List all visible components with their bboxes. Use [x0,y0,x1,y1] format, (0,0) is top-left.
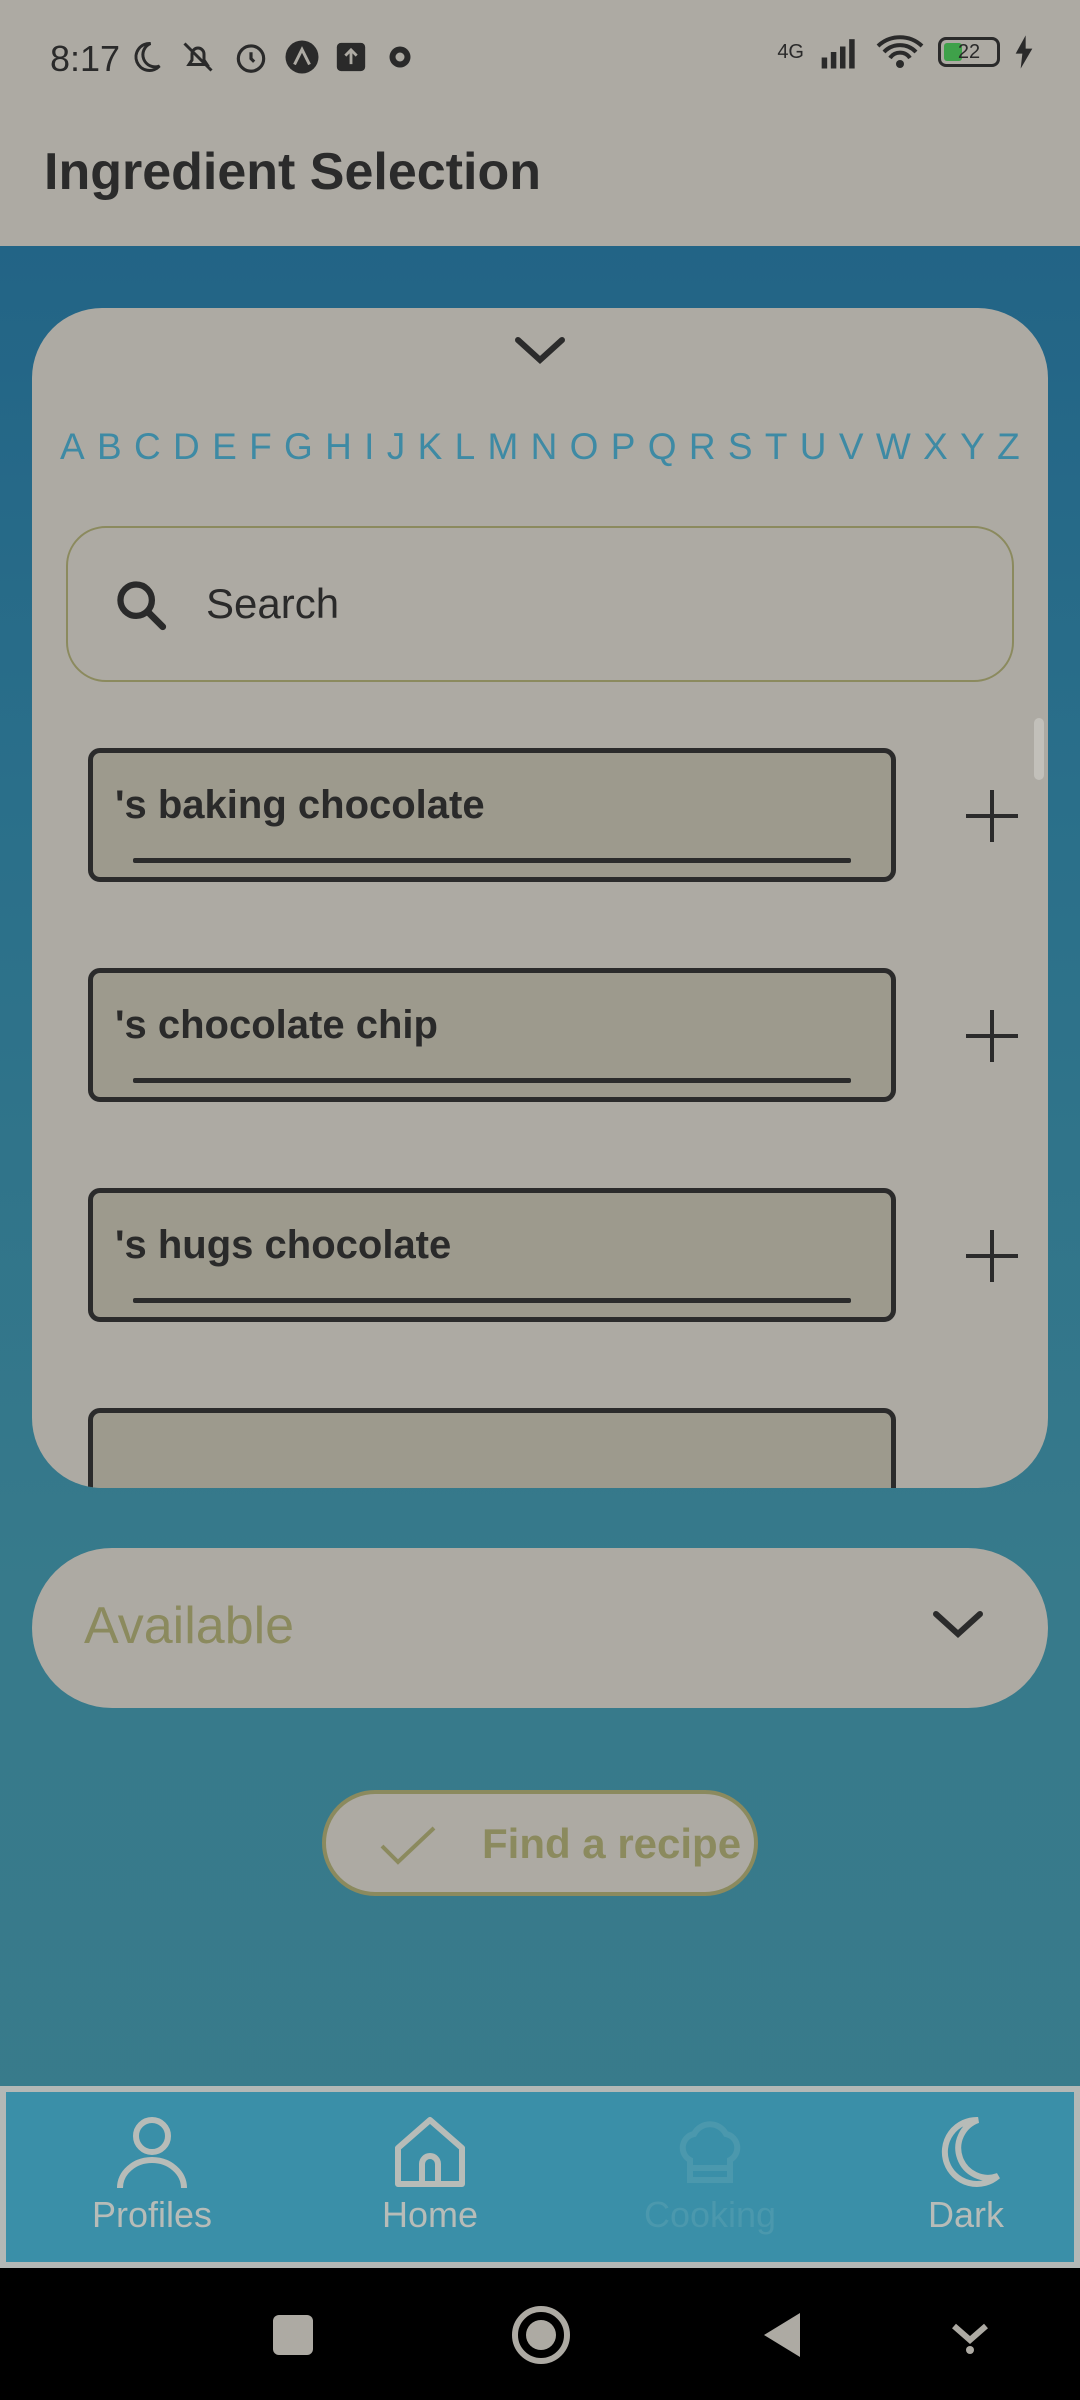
alphabet-letter[interactable]: F [249,426,272,468]
alphabet-letter[interactable]: X [923,426,948,468]
availability-label: Available [84,1597,295,1655]
alphabet-letter[interactable]: E [212,426,237,468]
nav-cooking[interactable]: Cooking [610,2112,810,2236]
availability-dropdown[interactable]: Available [32,1548,1048,1708]
moon-icon [941,2116,1000,2187]
search-icon [117,581,167,631]
nav-home[interactable]: Home [330,2112,530,2236]
page-title: Ingredient Selection [44,143,541,201]
battery-icon: 22 [938,37,1000,67]
alphabet-letter[interactable]: V [839,426,864,468]
screen: 8:17 4G 22 Ingredient Selection ABCDEFGH… [0,0,1080,2268]
nav-label: Profiles [91,2194,213,2235]
network-type: 4G [777,40,804,63]
home-button-icon[interactable] [510,2304,572,2366]
add-ingredient-icon[interactable] [962,786,1022,846]
alphabet-letter[interactable]: S [728,426,753,468]
add-ingredient-icon[interactable] [962,1226,1022,1286]
ingredient-field[interactable]: 's chocolate chip [88,968,896,1102]
wifi-icon [876,35,924,68]
status-bar: 8:17 4G 22 [0,0,1080,120]
alphabet-letter[interactable]: P [611,426,636,468]
ingredient-field[interactable]: 's hugs chocolate [88,1188,896,1322]
status-right: 4G 22 [777,34,1034,70]
nav-profiles[interactable]: Profiles [52,2112,252,2236]
find-recipe-button[interactable]: Find a recipe [322,1790,758,1896]
charging-icon [1015,35,1033,69]
nav-label: Home [381,2194,479,2235]
alphabet-letter[interactable]: Z [997,426,1020,468]
moon-icon [134,41,161,72]
bell-off-icon [183,42,213,72]
scrollbar[interactable] [1034,718,1044,780]
person-icon [117,2117,187,2189]
nav-label: Dark [927,2194,1004,2235]
ingredient-field[interactable] [88,1408,896,1488]
settings-icon [389,46,411,68]
alphabet-letter[interactable]: K [418,426,443,468]
alphabet-letter[interactable]: Q [648,426,677,468]
alarm-icon [236,44,266,73]
add-ingredient-icon[interactable] [962,1006,1022,1066]
signal-icon [821,39,855,69]
ingredient-label: 's baking chocolate [115,783,485,827]
system-navigation-bar [0,2268,1080,2400]
alphabet-letter[interactable]: L [455,426,476,468]
alphabet-letter[interactable]: B [97,426,122,468]
upload-icon [336,42,366,72]
alphabet-letter[interactable]: A [60,426,85,468]
recents-icon[interactable] [270,2312,316,2358]
alphabet-letter[interactable]: W [876,426,911,468]
home-icon [395,2117,465,2187]
alphabet-letter[interactable]: J [387,426,406,468]
ingredient-panel: ABCDEFGHIJKLMNOPQRSTUVWXYZ 's baking cho… [32,308,1048,1488]
alphabet-letter[interactable]: R [689,426,716,468]
status-icons [128,38,418,76]
app-bar: Ingredient Selection [0,120,1080,246]
bottom-navigation: Profiles Home Cooking Dark [0,2086,1080,2268]
chef-hat-icon [679,2121,741,2183]
collapse-chevron-icon[interactable] [510,330,570,370]
ingredient-field[interactable]: 's baking chocolate [88,748,896,882]
find-recipe-label: Find a recipe [482,1820,742,1867]
app-a-icon [285,40,319,74]
search-input[interactable] [206,574,966,634]
battery-level: 22 [957,41,981,63]
alphabet-letter[interactable]: C [134,426,161,468]
status-time: 8:17 [50,38,121,79]
alphabet-letter[interactable]: G [284,426,313,468]
chevron-down-icon [933,1611,983,1639]
alphabet-letter[interactable]: T [765,426,788,468]
alphabet-letter[interactable]: U [800,426,827,468]
ingredient-label: 's chocolate chip [115,1003,438,1047]
check-icon [380,1826,436,1865]
alphabet-letter[interactable]: Y [960,426,985,468]
ingredient-label: 's hugs chocolate [115,1223,452,1267]
alphabet-letter[interactable]: N [531,426,558,468]
keyboard-hide-icon[interactable] [950,2316,990,2356]
alphabet-letter[interactable]: D [173,426,200,468]
alphabet-letter[interactable]: M [487,426,518,468]
back-icon[interactable] [760,2310,804,2360]
nav-dark-mode[interactable]: Dark [866,2112,1066,2236]
alphabet-letter[interactable]: O [570,426,599,468]
nav-label: Cooking [643,2194,777,2235]
alphabet-letter[interactable]: H [325,426,352,468]
alphabet-letter[interactable]: I [364,426,374,468]
search-box[interactable] [66,526,1014,682]
alphabet-index: ABCDEFGHIJKLMNOPQRSTUVWXYZ [60,426,1020,468]
